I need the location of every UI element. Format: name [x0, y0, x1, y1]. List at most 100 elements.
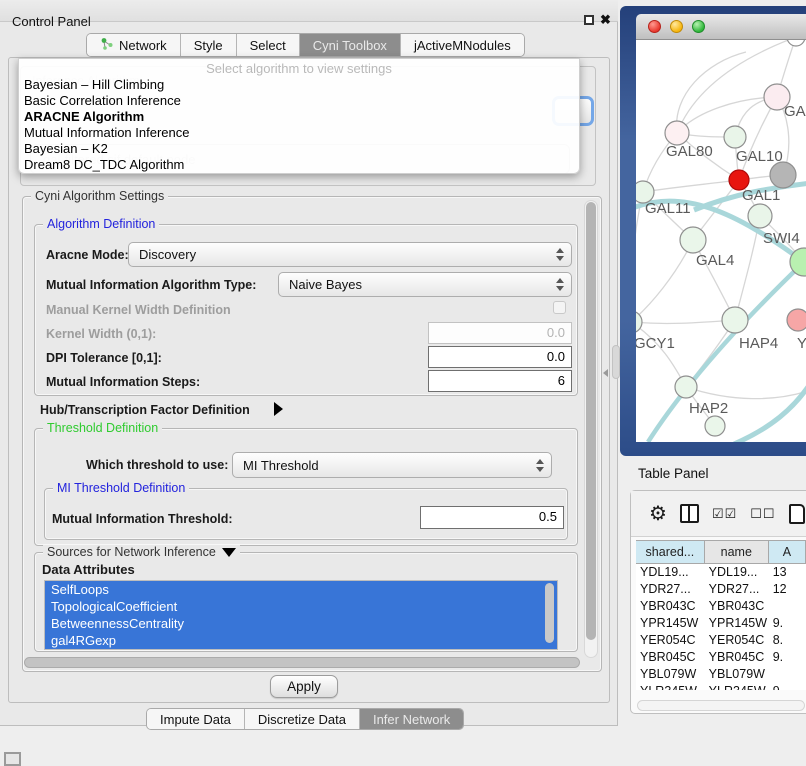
list-scrollbar-thumb[interactable] [545, 583, 554, 643]
mi-threshold-label: Mutual Information Threshold: [52, 512, 233, 526]
table-panel-toolbar: ⚙ ☑☑ ☐☐ [631, 491, 806, 537]
tab-impute-data[interactable]: Impute Data [147, 709, 245, 729]
node-label: SWI4 [763, 230, 800, 247]
node-label: GAL11 [645, 200, 691, 217]
table-row[interactable]: YBL079WYBL079W [636, 666, 806, 683]
table-hscrollbar[interactable] [637, 700, 805, 711]
data-attributes-label: Data Attributes [42, 562, 135, 577]
dpi-tolerance-field[interactable]: 0.0 [428, 346, 572, 368]
panel-scrollbar-thumb[interactable] [612, 345, 620, 379]
list-item[interactable]: BetweennessCentrality [45, 615, 557, 632]
combo-stepper-icon [556, 278, 564, 291]
manual-kernel-checkbox[interactable] [553, 301, 566, 314]
minimize-traffic-light-icon[interactable] [670, 20, 683, 33]
node-label: GCY1 [636, 335, 675, 352]
tab-cyni-toolbox[interactable]: Cyni Toolbox [300, 34, 401, 56]
table-row[interactable]: YER054CYER054C8. [636, 632, 806, 649]
threshold-definition-title: Threshold Definition [43, 421, 162, 435]
list-item[interactable]: SelfLoops [45, 581, 557, 598]
dropdown-item[interactable]: Mutual Information Inference [19, 125, 579, 141]
combo-stepper-icon [556, 248, 564, 261]
table-row[interactable]: YPR145WYPR145W9. [636, 615, 806, 632]
node-label: GAL4 [696, 252, 734, 269]
tab-infer-network[interactable]: Infer Network [360, 709, 463, 729]
control-panel-tabbar: Network Style Select Cyni Toolbox jActiv… [86, 33, 525, 57]
network-canvas[interactable]: GAL GAL80 GAL10 GAL1 GAL11 GAL4 SWI4 HAP… [636, 40, 806, 442]
tab-select[interactable]: Select [237, 34, 300, 56]
list-item[interactable]: TopologicalCoefficient [45, 598, 557, 615]
which-threshold-combobox[interactable]: MI Threshold [232, 452, 552, 478]
node-gal80[interactable] [665, 121, 689, 145]
sources-collapse-arrow-icon[interactable] [222, 548, 236, 557]
node-hap2[interactable] [675, 376, 697, 398]
node-label: HAP4 [739, 335, 778, 352]
splitter-collapse-arrow-icon[interactable] [603, 369, 608, 377]
control-panel-titlebar[interactable] [0, 0, 618, 22]
tab-style[interactable]: Style [181, 34, 237, 56]
node[interactable] [705, 416, 725, 436]
columns-icon[interactable] [680, 504, 699, 523]
settings-scrollbar-thumb[interactable] [586, 202, 596, 640]
table-row[interactable]: YBR043CYBR043C [636, 598, 806, 615]
network-graph: GAL GAL80 GAL10 GAL1 GAL11 GAL4 SWI4 HAP… [636, 40, 806, 442]
kernel-width-field[interactable]: 0.0 [428, 322, 572, 344]
node-gal10[interactable] [724, 126, 746, 148]
table-row[interactable]: YBR045CYBR045C9. [636, 649, 806, 666]
aracne-mode-combobox[interactable]: Discovery [128, 242, 572, 267]
data-attributes-list[interactable]: SelfLoops TopologicalCoefficient Between… [44, 580, 558, 650]
network-window-titlebar[interactable] [636, 14, 806, 40]
column-header-shared[interactable]: shared... [636, 541, 705, 563]
sources-group-title[interactable]: Sources for Network Inference [43, 545, 240, 559]
column-header-a[interactable]: A [769, 541, 806, 563]
dropdown-item-selected[interactable]: ARACNE Algorithm [19, 109, 579, 125]
node-label: GAL1 [742, 187, 780, 204]
node-hap4[interactable] [722, 307, 748, 333]
control-panel-title: Control Panel [12, 14, 91, 29]
dropdown-item[interactable]: Basic Correlation Inference [19, 93, 579, 109]
mi-type-combobox[interactable]: Naive Bayes [278, 272, 572, 297]
node[interactable] [787, 40, 805, 46]
zoom-traffic-light-icon[interactable] [692, 20, 705, 33]
table-panel-title: Table Panel [638, 466, 709, 481]
close-icon[interactable]: ✖ [600, 12, 611, 28]
settings-hscrollbar-thumb[interactable] [24, 657, 580, 668]
minimized-panel-icon[interactable] [4, 752, 21, 766]
dropdown-item[interactable]: Bayesian – K2 [19, 141, 579, 157]
tab-jactivemnodules[interactable]: jActiveMNodules [401, 34, 524, 56]
select-all-icon[interactable]: ☑☑ [712, 506, 737, 522]
apply-button[interactable]: Apply [270, 675, 338, 698]
node-label: GAL80 [666, 143, 713, 160]
close-traffic-light-icon[interactable] [648, 20, 661, 33]
dpi-tolerance-label: DPI Tolerance [0,1]: [46, 351, 162, 365]
kernel-width-label: Kernel Width (0,1): [46, 327, 156, 341]
node-y[interactable] [787, 309, 806, 331]
hub-definition-label[interactable]: Hub/Transcription Factor Definition [40, 403, 250, 417]
node-gal4[interactable] [680, 227, 706, 253]
node-table[interactable]: shared... name A YDL19...YDL19...13 YDR2… [636, 540, 806, 690]
algorithm-dropdown-popup: Select algorithm to view settings Bayesi… [18, 58, 580, 174]
mi-threshold-group-title: MI Threshold Definition [53, 481, 189, 495]
float-window-icon[interactable] [584, 15, 594, 25]
mi-steps-field[interactable]: 6 [428, 370, 572, 392]
tab-discretize-data[interactable]: Discretize Data [245, 709, 360, 729]
node-label: GAL10 [736, 148, 783, 165]
dropdown-item[interactable]: Bayesian – Hill Climbing [19, 77, 579, 93]
deselect-all-icon[interactable]: ☐☐ [750, 506, 775, 522]
hub-expand-arrow-icon[interactable] [274, 402, 283, 416]
which-threshold-label: Which threshold to use: [86, 458, 228, 472]
list-item[interactable]: gal4RGexp [45, 632, 557, 649]
table-row[interactable]: YDR27...YDR27...12 [636, 581, 806, 598]
bottom-tabbar: Impute Data Discretize Data Infer Networ… [146, 708, 464, 730]
node-gray[interactable] [770, 162, 796, 188]
table-row[interactable]: YLR345WYLR345W9. [636, 683, 806, 690]
dropdown-item[interactable]: Dream8 DC_TDC Algorithm [19, 157, 579, 173]
gear-icon[interactable]: ⚙ [649, 504, 667, 524]
table-row[interactable]: YDL19...YDL19...13 [636, 564, 806, 581]
network-tab-icon [100, 37, 114, 54]
column-header-name[interactable]: name [705, 541, 769, 563]
node[interactable] [748, 204, 772, 228]
document-icon[interactable] [789, 504, 805, 524]
tab-network[interactable]: Network [87, 34, 181, 56]
combo-stepper-icon [536, 459, 544, 472]
mi-threshold-field[interactable]: 0.5 [420, 506, 564, 529]
